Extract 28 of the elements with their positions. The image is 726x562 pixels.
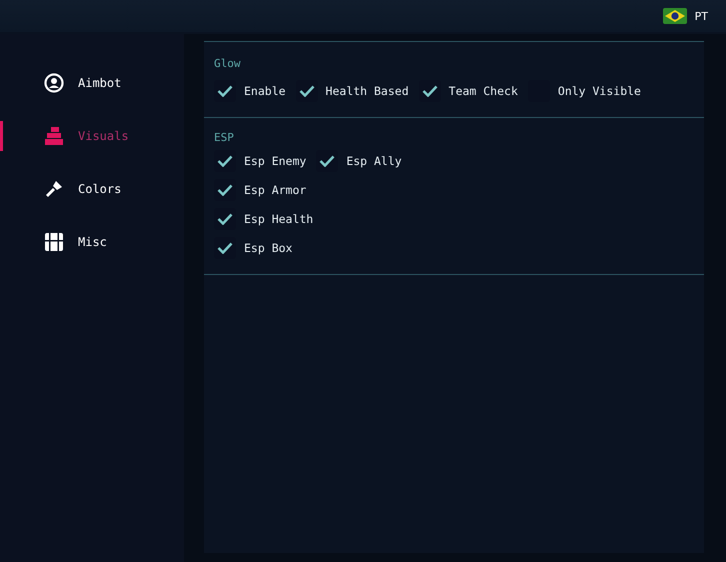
bricks-icon (44, 126, 64, 146)
checkbox[interactable]: Esp Health (214, 208, 314, 230)
section-title: ESP (214, 131, 234, 144)
language-label[interactable]: PT (694, 10, 708, 22)
check-icon (217, 184, 233, 196)
checkbox[interactable]: Esp Armor (214, 179, 306, 201)
sidebar-item[interactable]: Aimbot (0, 56, 184, 109)
check-icon (422, 85, 438, 97)
checkbox[interactable]: Esp Box (214, 237, 292, 259)
user-circle-icon (44, 72, 64, 92)
flag-icon[interactable] (662, 8, 687, 24)
chest-icon (44, 232, 64, 252)
check-icon (217, 155, 233, 167)
check-icon (217, 85, 233, 97)
check-icon (217, 213, 233, 225)
checkbox[interactable]: Enable (214, 80, 286, 102)
check-icon (319, 155, 336, 167)
section-title: Glow (214, 57, 240, 70)
sidebar-item[interactable]: Colors (0, 162, 184, 215)
checkbox[interactable]: Esp Enemy (214, 150, 306, 172)
check-icon (298, 85, 315, 97)
paint-brush-icon (44, 178, 64, 198)
check-icon (217, 242, 233, 254)
checkbox[interactable]: Team Check (418, 80, 518, 102)
checkbox[interactable]: Esp Ally (316, 150, 402, 172)
sidebar-item[interactable]: Misc (0, 215, 184, 268)
checkbox[interactable]: Only Visible (528, 80, 641, 102)
checkbox[interactable]: Health Based (296, 80, 409, 102)
